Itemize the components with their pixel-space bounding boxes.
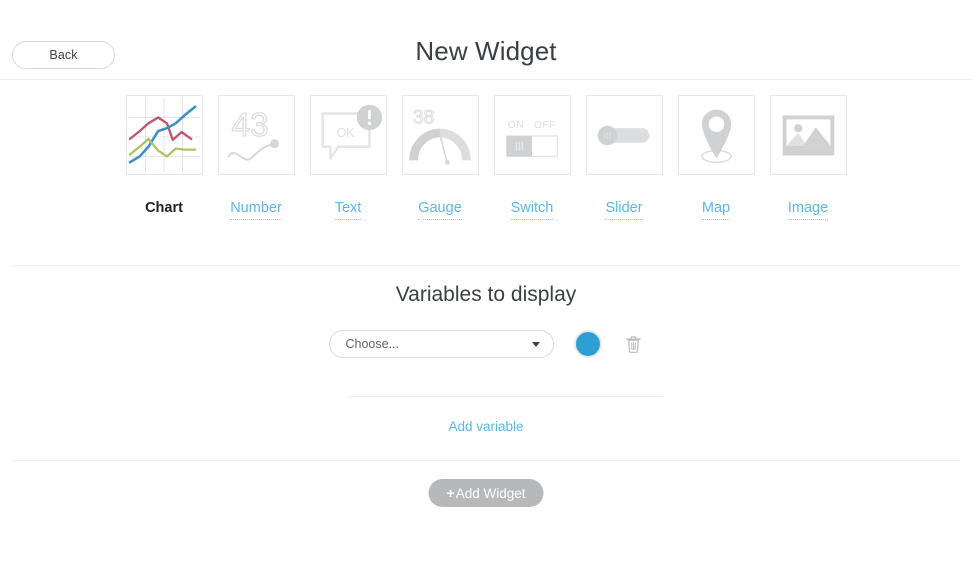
gauge-38-icon: 38 — [408, 106, 471, 165]
map-pin-icon — [700, 109, 732, 164]
widget-type-picker: Chart 43 Number OK Text 38 Gauge ON OFF … — [0, 95, 972, 220]
widget-type-image[interactable]: Image — [769, 95, 848, 220]
widget-type-text[interactable]: OK Text — [309, 95, 388, 220]
add-variable-link[interactable]: Add variable — [0, 419, 972, 434]
new-widget-page: Back New Widget Chart 43 Number OK Text … — [0, 0, 972, 584]
switch-thumbnail: ON OFF — [493, 95, 571, 175]
widget-type-chart-label: Chart — [145, 200, 183, 216]
number-thumbnail: 43 — [217, 95, 295, 175]
chart-thumbnail — [125, 95, 203, 175]
widget-type-text-label: Text — [334, 200, 362, 220]
gauge-value-text: 38 — [412, 106, 434, 128]
delete-variable-button[interactable] — [624, 333, 644, 355]
variable-select-value: Choose... — [345, 337, 400, 351]
slider-thumbnail — [585, 95, 663, 175]
widget-type-slider[interactable]: Slider — [585, 95, 664, 220]
variable-list-divider — [347, 396, 663, 397]
image-thumbnail — [769, 95, 847, 175]
widget-type-number[interactable]: 43 Number — [217, 95, 296, 220]
text-thumbnail: OK — [309, 95, 387, 175]
variable-select[interactable]: Choose... — [328, 330, 554, 358]
add-widget-label: Add Widget — [455, 485, 526, 501]
widget-type-number-label: Number — [230, 200, 282, 220]
variables-section-title: Variables to display — [395, 283, 577, 306]
variable-row: Choose... — [0, 330, 972, 358]
widget-type-image-label: Image — [787, 200, 829, 220]
page-header: Back New Widget — [0, 0, 972, 80]
widget-type-slider-label: Slider — [605, 200, 643, 220]
widget-type-gauge-label: Gauge — [418, 200, 462, 220]
widget-type-gauge[interactable]: 38 Gauge — [401, 95, 480, 220]
widget-type-switch-label: Switch — [510, 200, 554, 220]
toggle-switch-icon: ON OFF — [505, 120, 558, 158]
text-ok-label: OK — [336, 126, 355, 140]
switch-off-label: OFF — [533, 120, 555, 131]
line-chart-icon — [128, 97, 200, 173]
widget-type-switch[interactable]: ON OFF Switch — [493, 95, 572, 220]
chevron-down-icon — [531, 342, 540, 347]
variable-color-swatch[interactable] — [573, 330, 602, 358]
picture-icon — [782, 115, 834, 156]
gauge-thumbnail: 38 — [401, 95, 479, 175]
speech-bubble-ok-icon: OK — [320, 104, 382, 160]
section-divider-top — [12, 265, 960, 266]
switch-on-label: ON — [507, 120, 523, 131]
widget-type-map[interactable]: Map — [677, 95, 756, 220]
map-thumbnail — [677, 95, 755, 175]
plus-icon: + — [446, 485, 455, 501]
trash-icon — [626, 335, 641, 353]
widget-type-map-label: Map — [701, 200, 731, 220]
add-widget-button[interactable]: + Add Widget — [428, 479, 544, 507]
number-value-text: 43 — [231, 107, 268, 144]
number-43-icon: 43 — [227, 106, 279, 161]
page-title: New Widget — [415, 36, 557, 66]
widget-type-chart[interactable]: Chart — [125, 95, 204, 220]
slider-icon — [597, 125, 649, 146]
add-variable-label: Add variable — [448, 419, 524, 434]
section-divider-bottom — [12, 460, 960, 461]
